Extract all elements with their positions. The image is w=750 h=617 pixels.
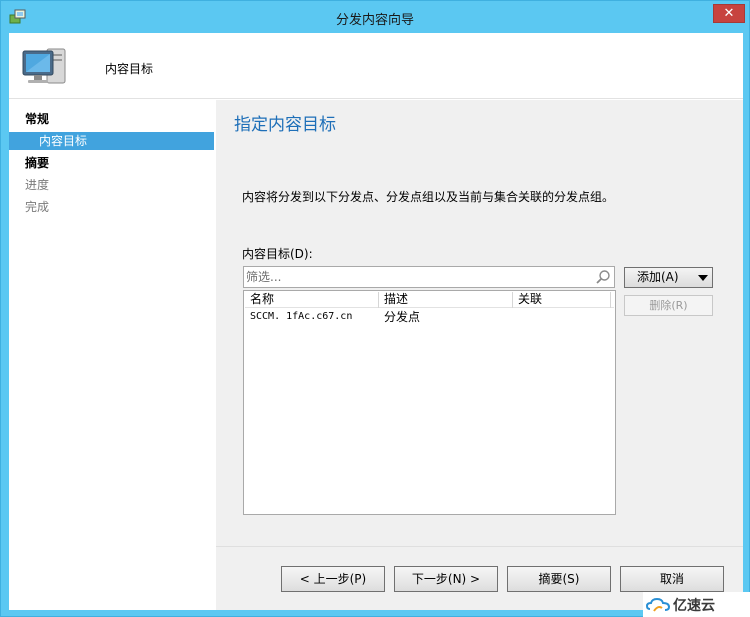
column-header-name[interactable]: 名称	[245, 292, 379, 308]
nav-item-completion: 完成	[25, 200, 50, 214]
cell-description: 分发点	[384, 310, 421, 324]
filter-box	[243, 266, 615, 288]
dropdown-arrow-icon	[698, 275, 708, 281]
add-button-label: 添加(A)	[637, 270, 679, 284]
close-button[interactable]: ✕	[713, 4, 745, 23]
footer-divider	[216, 546, 743, 547]
cancel-button[interactable]: 取消	[620, 566, 724, 592]
client-area: 内容目标 常规 内容目标 摘要 进度 完成 指定内容目标 内容将分发到以下分发点…	[9, 33, 743, 610]
cell-name: SCCM. 1fAc.c67.cn	[250, 311, 353, 322]
page-title: 指定内容目标	[234, 115, 336, 135]
previous-button[interactable]: < 上一步(P)	[281, 566, 385, 592]
watermark: 亿速云	[643, 592, 750, 617]
wizard-window: 分发内容向导 ✕ 内容目标 常规 内容目标 摘要 进度 完成 指定内容目标 内容…	[0, 0, 750, 617]
summary-button[interactable]: 摘要(S)	[507, 566, 611, 592]
column-header-description[interactable]: 描述	[379, 292, 513, 308]
list-item[interactable]: SCCM. 1fAc.c67.cn 分发点	[245, 309, 614, 325]
next-button[interactable]: 下一步(N) >	[394, 566, 498, 592]
header-title: 内容目标	[105, 62, 154, 76]
add-button[interactable]: 添加(A)	[624, 267, 713, 288]
list-header: 名称 描述 关联	[245, 292, 614, 308]
search-icon[interactable]	[595, 269, 611, 285]
title-bar[interactable]: 分发内容向导 ✕	[1, 1, 749, 33]
watermark-text: 亿速云	[673, 598, 715, 614]
content-destination-list[interactable]: 名称 描述 关联 SCCM. 1fAc.c67.cn 分发点	[243, 290, 616, 515]
page-description: 内容将分发到以下分发点、分发点组以及当前与集合关联的分发点组。	[242, 190, 615, 204]
wizard-nav: 常规 内容目标 摘要 进度 完成	[9, 100, 216, 610]
nav-item-summary[interactable]: 摘要	[25, 154, 49, 172]
list-label: 内容目标(D):	[242, 247, 313, 261]
wizard-header: 内容目标	[9, 33, 743, 99]
window-title: 分发内容向导	[335, 13, 414, 28]
cloud-logo-icon	[646, 597, 670, 612]
computer-icon	[22, 48, 66, 84]
delete-button: 删除(R)	[624, 295, 713, 316]
nav-item-progress: 进度	[25, 178, 50, 192]
nav-item-content-destination[interactable]: 内容目标	[9, 132, 214, 150]
column-header-association[interactable]: 关联	[513, 292, 611, 308]
filter-input[interactable]	[246, 269, 586, 285]
nav-item-general[interactable]: 常规	[25, 110, 49, 128]
wizard-page: 指定内容目标 内容将分发到以下分发点、分发点组以及当前与集合关联的分发点组。 内…	[216, 100, 743, 610]
